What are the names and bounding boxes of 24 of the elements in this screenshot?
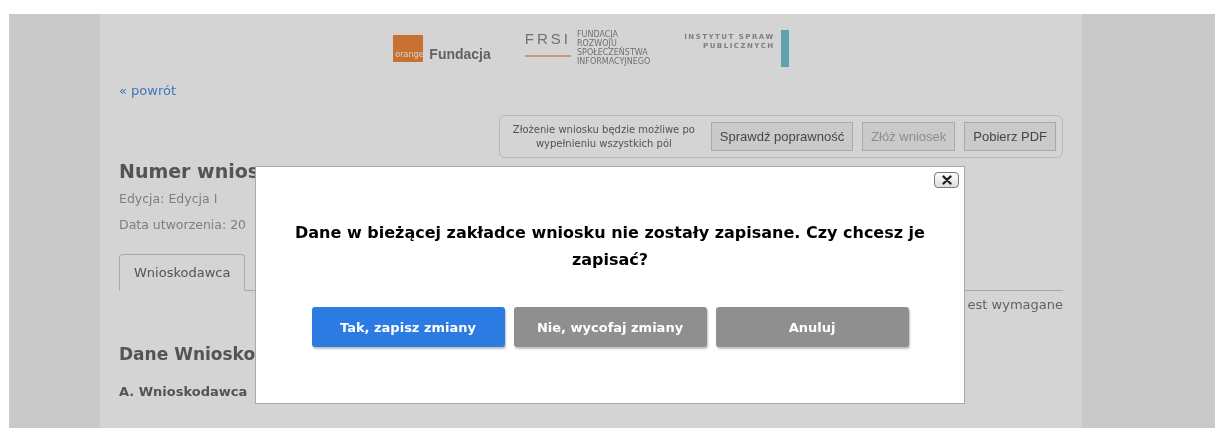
submit-note: Złożenie wniosku będzie możliwe po wypełnieniu wszystkich pól xyxy=(511,122,696,151)
logo-text: SPOŁECZEŃSTWA xyxy=(577,48,649,57)
logo-text: INFORMACYJNEGO xyxy=(577,57,651,66)
dialog-button[interactable]: Nie, wycofaj zmiany xyxy=(513,307,707,347)
tab[interactable]: Wnioskodawca xyxy=(119,254,246,291)
logo-text: Fundacja xyxy=(429,45,491,62)
logo-text: ROZWOJU xyxy=(577,39,617,48)
logo-bar xyxy=(780,29,789,67)
subsection-title: A. Wnioskodawca xyxy=(119,384,249,399)
logo-text: FUNDACJA xyxy=(577,30,620,39)
action-button[interactable]: Sprawdź poprawność xyxy=(710,122,854,151)
back-link[interactable]: « powrót xyxy=(119,83,177,98)
meta-text: Data utworzenia: 20 xyxy=(119,217,247,232)
dialog-button[interactable]: Tak, zapisz zmiany xyxy=(311,307,505,347)
logo-text: FRSI xyxy=(524,30,571,57)
action-button[interactable]: Pobierz PDF xyxy=(964,122,1056,151)
required-note: est wymagane xyxy=(967,297,1063,312)
dialog-message: Dane w bieżącej zakładce wniosku nie zostały zapisane. Czy chcesz je zapisać? xyxy=(295,222,925,271)
meta-text: Edycja: Edycja I xyxy=(119,191,218,206)
section-title: Dane Wniosko xyxy=(119,344,257,364)
logo-badge: orange xyxy=(393,34,424,62)
close-icon xyxy=(941,175,952,185)
close-button[interactable] xyxy=(934,172,959,188)
dialog-button[interactable]: Anuluj xyxy=(715,307,909,347)
